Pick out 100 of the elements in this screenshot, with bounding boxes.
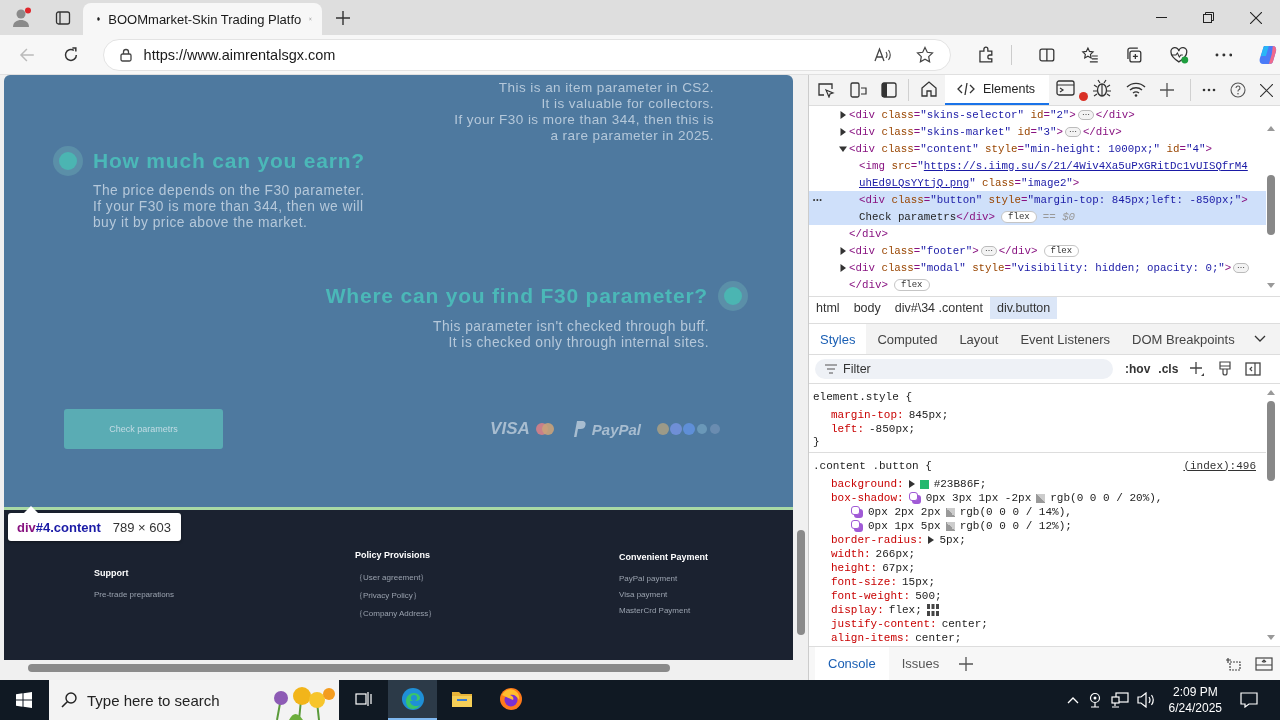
breadcrumb[interactable]: div.button xyxy=(990,297,1058,319)
scrollbar-thumb[interactable] xyxy=(1267,401,1275,481)
close-icon[interactable] xyxy=(1250,11,1262,24)
extensions-icon[interactable] xyxy=(976,45,995,64)
footer-link[interactable]: MasterCrd Payment xyxy=(619,606,691,615)
favorite-star-icon[interactable] xyxy=(915,45,934,64)
elements-tab[interactable]: Elements xyxy=(945,75,1050,105)
ellipsis-button[interactable]: ⋯ xyxy=(1077,109,1094,120)
html-code: </div> xyxy=(849,227,888,240)
footer-link[interactable]: ｛User agreement｝ xyxy=(355,572,429,583)
toggle-sidebar-icon[interactable] xyxy=(1245,362,1262,376)
tab-actions-icon[interactable] xyxy=(55,9,71,26)
drawer-tab[interactable]: Issues xyxy=(888,647,953,680)
styles-pane-tab[interactable]: Styles xyxy=(809,324,867,354)
css-property: border-radius: xyxy=(831,534,924,546)
add-tab-icon[interactable] xyxy=(959,656,974,671)
sidebar-icon[interactable] xyxy=(881,82,897,98)
expand-arrow-icon[interactable] xyxy=(928,536,935,544)
taskbar-search-field[interactable]: Type here to search xyxy=(49,680,339,720)
filter-field[interactable]: Filter xyxy=(815,359,1113,379)
styles-pane-tab[interactable]: Layout xyxy=(948,324,1010,354)
expand-arrow-icon[interactable] xyxy=(839,263,847,272)
network-icon[interactable] xyxy=(1110,692,1129,708)
lock-icon[interactable] xyxy=(119,47,132,62)
flex-badge[interactable]: flex xyxy=(893,278,930,291)
footer-link[interactable]: ｛Company Address｝ xyxy=(355,608,437,619)
footer-link[interactable]: PayPal payment xyxy=(619,574,678,583)
styles-pane-tab[interactable]: DOM Breakpoints xyxy=(1121,324,1246,354)
flex-badge[interactable]: flex xyxy=(1043,244,1080,257)
paint-brush-icon[interactable] xyxy=(1219,361,1232,377)
paypal-logo: PayPal xyxy=(591,420,641,438)
drawer-tab[interactable]: Console xyxy=(815,647,889,680)
expand-arrow-icon[interactable] xyxy=(839,110,847,119)
ellipsis-button[interactable]: ⋯ xyxy=(1064,126,1081,137)
breadcrumb[interactable]: html xyxy=(809,297,847,319)
expand-arrow-icon[interactable] xyxy=(839,246,847,255)
scroll-up-icon[interactable] xyxy=(1267,390,1275,395)
color-swatch-icon[interactable] xyxy=(945,507,955,517)
collections-icon[interactable] xyxy=(1125,45,1143,64)
favorites-icon[interactable] xyxy=(1081,45,1100,64)
color-swatch[interactable] xyxy=(919,479,929,489)
inspect-icon[interactable] xyxy=(817,82,835,98)
new-rule-icon[interactable] xyxy=(1189,361,1206,377)
heart-pulse-icon[interactable] xyxy=(1168,45,1189,64)
footer-link[interactable]: Visa payment xyxy=(619,590,668,599)
css-value: #23B86F; xyxy=(933,478,987,490)
quick-view-icon[interactable] xyxy=(1225,656,1241,671)
flex-badge[interactable]: flex xyxy=(1001,210,1037,223)
timeline-dot-icon xyxy=(718,281,748,311)
shadow-editor-icon[interactable] xyxy=(908,492,921,504)
footer-link[interactable]: Pre-trade preparations xyxy=(94,590,175,599)
url-link[interactable]: uhEd9LQsYYtjQ.png xyxy=(859,176,970,189)
windows-start-icon[interactable] xyxy=(16,692,32,708)
tab-title: BOOMmarket-Skin Trading Platfo xyxy=(108,11,302,27)
section-title: Where can you find F30 parameter? xyxy=(325,284,708,308)
styles-pane-tab[interactable]: Computed xyxy=(866,324,949,354)
dock-icon[interactable] xyxy=(1255,656,1273,671)
expand-arrow-icon[interactable] xyxy=(908,480,915,488)
chevron-down-icon[interactable] xyxy=(1254,335,1266,343)
scrollbar-thumb[interactable] xyxy=(1267,175,1275,235)
shadow-editor-icon[interactable] xyxy=(851,520,863,532)
close-icon[interactable] xyxy=(1260,83,1273,97)
style-toggle-button[interactable]: .cls xyxy=(1154,362,1183,376)
breadcrumb[interactable]: body xyxy=(846,297,888,319)
address-bar[interactable]: https://www.aimrentalsgx.com xyxy=(102,38,951,71)
scroll-down-icon[interactable] xyxy=(1267,635,1275,640)
url-link[interactable]: https://s.iimg.su/s/21/4Wiv4Xa5uPxGRitDc1vUISQfrM4 xyxy=(923,159,1248,172)
html-code: Check parametrs</div> xyxy=(859,210,996,223)
chevron-up-icon[interactable] xyxy=(1066,696,1079,704)
scroll-up-icon[interactable] xyxy=(1267,126,1275,131)
split-screen-icon[interactable] xyxy=(1037,45,1056,64)
restore-icon[interactable] xyxy=(1203,12,1214,23)
ellipsis-button[interactable]: ⋯ xyxy=(980,245,997,256)
color-swatch-icon[interactable] xyxy=(1036,493,1046,503)
refresh-icon[interactable] xyxy=(62,46,79,63)
speaker-icon[interactable] xyxy=(1136,692,1155,708)
breadcrumb[interactable]: div#\34 .content xyxy=(887,297,990,319)
collapse-arrow-icon[interactable] xyxy=(839,144,847,153)
more-icon[interactable] xyxy=(1202,88,1216,92)
ellipsis-button[interactable]: ⋯ xyxy=(1233,262,1250,273)
add-tool-icon[interactable] xyxy=(1160,83,1175,97)
device-emulation-icon[interactable] xyxy=(849,81,867,99)
browser-tab[interactable]: BOOMmarket-Skin Trading Platfo xyxy=(83,3,322,35)
color-swatch-icon[interactable] xyxy=(945,521,955,531)
expand-arrow-icon[interactable] xyxy=(839,127,847,136)
source-link[interactable]: (index):496 xyxy=(1183,459,1256,472)
styles-pane-tab[interactable]: Event Listeners xyxy=(1009,324,1122,354)
flexbox-editor-icon[interactable] xyxy=(926,604,939,616)
footer-link[interactable]: ｛Privacy Policy｝ xyxy=(355,590,421,601)
profile-icon[interactable] xyxy=(11,6,33,29)
help-icon[interactable] xyxy=(1230,82,1246,98)
scroll-down-icon[interactable] xyxy=(1267,283,1275,288)
more-icon[interactable] xyxy=(1214,52,1233,57)
read-aloud-icon[interactable] xyxy=(873,46,892,63)
shadow-editor-icon[interactable] xyxy=(851,506,863,518)
css-value: 0px 3px 1px -2px xyxy=(925,492,1032,504)
new-tab-icon[interactable] xyxy=(336,10,350,25)
notifications-icon[interactable] xyxy=(1240,692,1258,708)
taskbar-app-button[interactable] xyxy=(388,680,437,720)
style-toggle-button[interactable]: :hov xyxy=(1121,362,1155,376)
